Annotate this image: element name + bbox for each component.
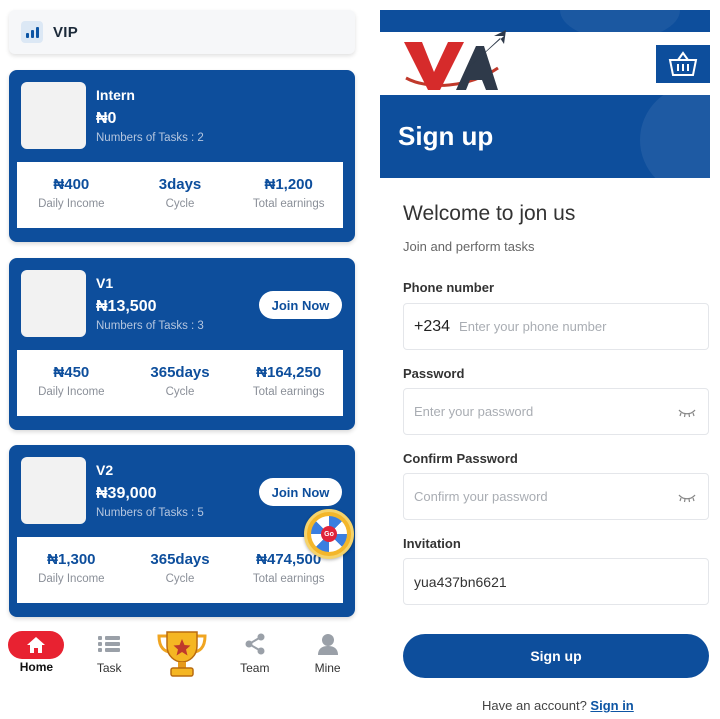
stat-value: ₦1,200 <box>264 176 313 193</box>
sign-in-link[interactable]: Sign in <box>590 698 633 713</box>
stat-daily-income: ₦1,300 Daily Income <box>17 537 126 603</box>
welcome-heading: Welcome to jon us <box>403 202 576 225</box>
confirm-password-placeholder: Confirm your password <box>414 489 548 504</box>
confirm-password-label: Confirm Password <box>403 451 518 466</box>
invitation-label: Invitation <box>403 536 461 551</box>
spin-wheel-icon[interactable]: Go <box>304 509 354 559</box>
tab-team[interactable]: Team <box>218 628 291 684</box>
phone-label: Phone number <box>403 280 495 295</box>
tab-label: Team <box>240 661 270 675</box>
password-placeholder: Enter your password <box>414 404 534 419</box>
plan-name: V2 <box>96 462 114 478</box>
bar-chart-icon <box>21 21 43 43</box>
plan-name: V1 <box>96 275 114 291</box>
join-now-button[interactable]: Join Now <box>259 291 342 319</box>
stat-daily-income: ₦400 Daily Income <box>17 162 126 228</box>
country-code: +234 <box>414 317 451 335</box>
signup-hero: Sign up <box>380 95 710 178</box>
have-account-text: Have an account? <box>482 698 587 713</box>
stat-label: Cycle <box>165 198 195 210</box>
stat-daily-income: ₦450 Daily Income <box>17 350 126 416</box>
plan-price: ₦39,000 <box>96 485 157 502</box>
password-field[interactable]: Enter your password <box>403 388 709 435</box>
stat-label: Total earnings <box>252 386 325 398</box>
plan-name: Intern <box>96 87 135 103</box>
vip-title: VIP <box>53 23 79 41</box>
stat-value: 365days <box>150 551 210 568</box>
tab-home[interactable]: Home <box>0 628 73 684</box>
stat-label: Total earnings <box>252 573 325 585</box>
list-icon <box>98 628 121 660</box>
plan-price: ₦0 <box>96 110 117 127</box>
invitation-value: yua437bn6621 <box>414 573 507 590</box>
stat-value: ₦450 <box>53 364 90 381</box>
wheel-go-label: Go <box>321 526 337 542</box>
eye-closed-icon[interactable] <box>678 405 696 423</box>
trophy-icon <box>155 630 209 683</box>
stat-total-earnings: ₦164,250 Total earnings <box>234 350 343 416</box>
tab-label: Mine <box>314 661 341 675</box>
stat-label: Daily Income <box>38 573 105 585</box>
plan-stats: ₦400 Daily Income 3days Cycle ₦1,200 Tot… <box>17 162 343 228</box>
tab-label: Home <box>19 660 54 674</box>
phone-placeholder: Enter your phone number <box>459 319 607 334</box>
tab-mine[interactable]: Mine <box>291 628 364 684</box>
plan-stats: ₦450 Daily Income 365days Cycle ₦164,250… <box>17 350 343 416</box>
stat-label: Cycle <box>165 573 195 585</box>
share-icon <box>244 628 266 660</box>
vip-screen: VIP Intern ₦0 Numbers of Tasks : 2 ₦400 … <box>0 0 364 719</box>
signup-screen: Sign up Welcome to jon us Join and perfo… <box>380 0 710 719</box>
home-icon <box>8 631 65 659</box>
plan-stats: ₦1,300 Daily Income 365days Cycle ₦474,5… <box>17 537 343 603</box>
stat-value: ₦400 <box>53 176 90 193</box>
stat-total-earnings: ₦1,200 Total earnings <box>234 162 343 228</box>
welcome-subtitle: Join and perform tasks <box>403 239 535 254</box>
brand-logo <box>398 28 508 94</box>
plan-tasks: Numbers of Tasks : 3 <box>96 320 204 332</box>
join-now-button[interactable]: Join Now <box>259 478 342 506</box>
basket-icon[interactable] <box>656 45 710 83</box>
confirm-password-field[interactable]: Confirm your password <box>403 473 709 520</box>
stat-label: Total earnings <box>252 198 325 210</box>
stat-cycle: 3days Cycle <box>126 162 235 228</box>
plan-tasks: Numbers of Tasks : 2 <box>96 132 204 144</box>
vip-card-v1: V1 ₦13,500 Numbers of Tasks : 3 Join Now… <box>9 258 355 430</box>
stat-value: ₦1,300 <box>47 551 96 568</box>
plan-price: ₦13,500 <box>96 298 157 315</box>
stat-cycle: 365days Cycle <box>126 537 235 603</box>
stat-cycle: 365days Cycle <box>126 350 235 416</box>
tab-rewards[interactable] <box>146 628 219 684</box>
phone-field[interactable]: +234 Enter your phone number <box>403 303 709 350</box>
have-account-line: Have an account? Sign in <box>482 698 634 713</box>
plan-tasks: Numbers of Tasks : 5 <box>96 507 204 519</box>
tab-label: Task <box>96 661 122 675</box>
plan-thumbnail <box>21 457 86 524</box>
stat-value: 3days <box>158 176 202 193</box>
vip-card-intern: Intern ₦0 Numbers of Tasks : 2 ₦400 Dail… <box>9 70 355 242</box>
tab-task[interactable]: Task <box>73 628 146 684</box>
stat-label: Daily Income <box>38 386 105 398</box>
plan-thumbnail <box>21 82 86 149</box>
password-label: Password <box>403 366 465 381</box>
user-icon <box>317 628 338 660</box>
eye-closed-icon[interactable] <box>678 490 696 508</box>
vip-header: VIP <box>9 10 355 54</box>
stat-label: Cycle <box>165 386 195 398</box>
stat-value: ₦164,250 <box>256 364 322 381</box>
bottom-tab-bar: Home Task Team Mine <box>0 628 364 684</box>
page-title: Sign up <box>398 121 494 151</box>
sign-up-button[interactable]: Sign up <box>403 634 709 678</box>
stat-label: Daily Income <box>38 198 105 210</box>
invitation-field[interactable]: yua437bn6621 <box>403 558 709 605</box>
plan-thumbnail <box>21 270 86 337</box>
stat-value: 365days <box>150 364 210 381</box>
page: VIP Intern ₦0 Numbers of Tasks : 2 ₦400 … <box>0 0 720 719</box>
